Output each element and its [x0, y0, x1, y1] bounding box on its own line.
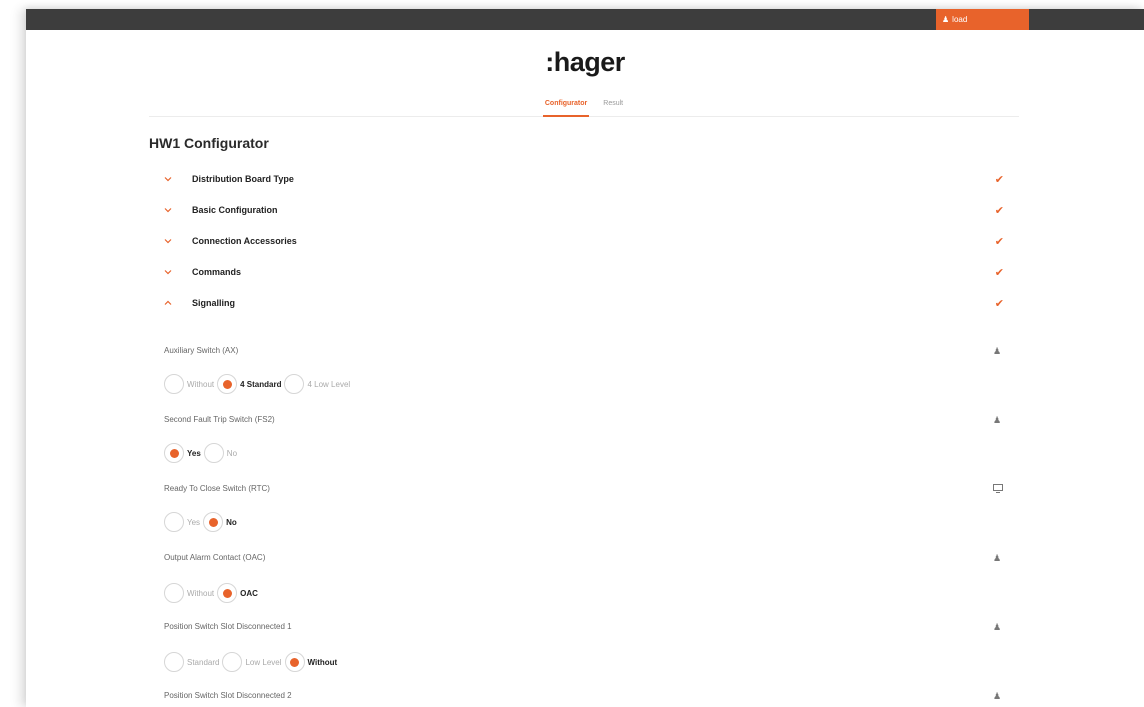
chevron-up-icon: [164, 300, 192, 306]
option-label-second-fault-trip-switch: Second Fault Trip Switch (FS2): [164, 415, 275, 424]
section-signalling[interactable]: Signalling ✔: [164, 295, 1004, 311]
user-icon: ♟: [993, 346, 1002, 356]
radio-without[interactable]: Without: [164, 583, 214, 603]
check-icon: ✔: [994, 297, 1004, 310]
load-button[interactable]: ♟ load: [936, 9, 1029, 30]
check-icon: ✔: [994, 173, 1004, 186]
monitor-icon: [993, 484, 1003, 495]
radio-without[interactable]: Without: [284, 652, 337, 672]
hager-logo: :hager: [545, 47, 625, 77]
check-icon: ✔: [994, 266, 1004, 279]
option-label-ready-to-close-switch: Ready To Close Switch (RTC): [164, 484, 270, 493]
user-icon: ♟: [993, 553, 1002, 563]
option-label-position-switch-2: Position Switch Slot Disconnected 2: [164, 691, 292, 700]
check-icon: ✔: [994, 204, 1004, 217]
radio-4-standard[interactable]: 4 Standard: [217, 374, 281, 394]
check-icon: ✔: [994, 235, 1004, 248]
section-connection-accessories[interactable]: Connection Accessories ✔: [164, 233, 1004, 249]
user-icon: ♟: [993, 622, 1002, 632]
section-label: Distribution Board Type: [192, 174, 294, 184]
section-label: Signalling: [192, 298, 236, 308]
radio-group-output-alarm-contact: Without OAC: [164, 582, 261, 604]
tab-result[interactable]: Result: [601, 98, 625, 117]
radio-standard[interactable]: Standard: [164, 652, 219, 672]
chevron-down-icon: [164, 176, 192, 182]
radio-no[interactable]: No: [203, 443, 237, 463]
option-label-position-switch-1: Position Switch Slot Disconnected 1: [164, 622, 292, 631]
radio-group-ready-to-close-switch: Yes No: [164, 511, 240, 533]
radio-low-level[interactable]: Low Level: [222, 652, 282, 672]
chevron-down-icon: [164, 207, 192, 213]
radio-no[interactable]: No: [203, 512, 237, 532]
radio-yes[interactable]: Yes: [164, 512, 200, 532]
user-icon: ♟: [993, 415, 1002, 425]
section-commands[interactable]: Commands ✔: [164, 264, 1004, 280]
radio-oac[interactable]: OAC: [217, 583, 258, 603]
chevron-down-icon: [164, 238, 192, 244]
user-icon: ♟: [993, 691, 1002, 701]
option-label-output-alarm-contact: Output Alarm Contact (OAC): [164, 553, 266, 562]
section-distribution-board-type[interactable]: Distribution Board Type ✔: [164, 171, 1004, 187]
load-label: load: [952, 15, 968, 24]
page-title: HW1 Configurator: [149, 135, 269, 151]
tab-bar: Configurator Result: [149, 98, 1019, 117]
radio-yes[interactable]: Yes: [164, 443, 201, 463]
top-bar: ♟ load: [26, 9, 1144, 30]
section-label: Commands: [192, 267, 242, 277]
chevron-down-icon: [164, 269, 192, 275]
radio-without[interactable]: Without: [164, 374, 214, 394]
tab-configurator[interactable]: Configurator: [542, 98, 590, 117]
radio-group-second-fault-trip-switch: Yes No: [164, 442, 240, 464]
section-label: Connection Accessories: [192, 236, 297, 246]
option-label-auxiliary-switch: Auxiliary Switch (AX): [164, 346, 239, 355]
app-window: ♟ load :hager Configurator Result HW1 Co…: [26, 9, 1144, 707]
section-basic-configuration[interactable]: Basic Configuration ✔: [164, 202, 1004, 218]
section-label: Basic Configuration: [192, 205, 278, 215]
user-icon: ♟: [942, 15, 950, 24]
radio-group-auxiliary-switch: Without 4 Standard 4 Low Level: [164, 373, 353, 395]
radio-group-position-switch-1: Standard Low Level Without: [164, 651, 340, 673]
radio-4-low-level[interactable]: 4 Low Level: [284, 374, 350, 394]
